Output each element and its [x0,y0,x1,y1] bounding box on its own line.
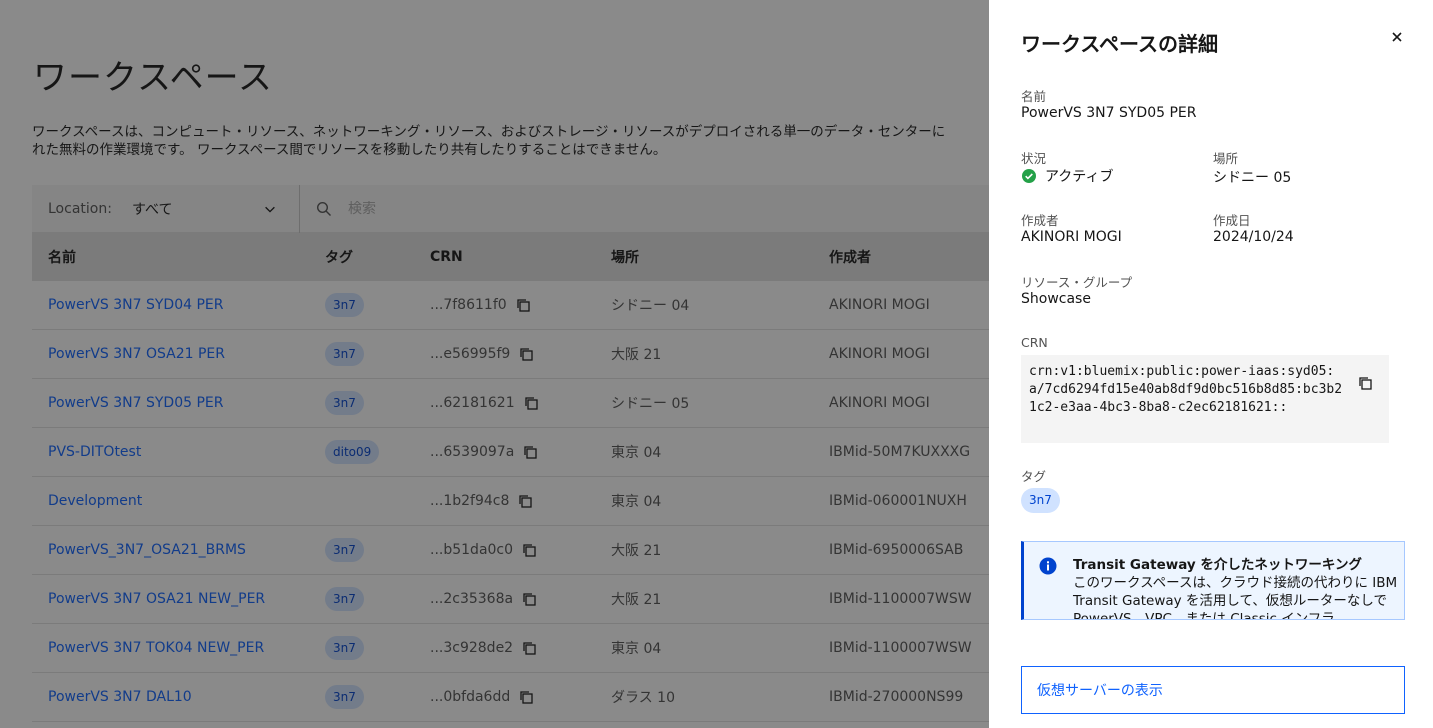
checkmark-filled-icon [1022,169,1036,183]
name-label: 名前 [1021,89,1047,104]
resource-group-label: リソース・グループ [1021,275,1133,290]
copy-icon[interactable] [1357,375,1373,391]
tag-chip: 3n7 [1021,488,1060,513]
notification-body: このワークスペースは、クラウド接続の代わりに IBM Transit Gatew… [1073,575,1398,620]
created-date-label: 作成日 [1213,213,1251,228]
workspace-details-panel: ワークスペースの詳細 名前 PowerVS 3N7 SYD05 PER 状況 ア… [989,0,1433,728]
status-text: アクティブ [1045,169,1114,185]
panel-title: ワークスペースの詳細 [1021,32,1218,56]
tags-label: タグ [1021,469,1047,484]
status-label: 状況 [1021,151,1047,166]
crn-value: crn:v1:bluemix:public:power-iaas:syd05:a… [1029,364,1343,415]
information-filled-icon [1039,557,1057,575]
creator-value: AKINORI MOGI [1021,229,1122,245]
status-value: アクティブ [1021,166,1113,186]
location-label: 場所 [1213,151,1239,166]
close-icon[interactable] [1387,27,1407,47]
transit-gateway-notification: Transit Gateway を介したネットワーキング このワークスペースは、… [1021,541,1405,620]
resource-group-value: Showcase [1021,291,1091,307]
crn-label: CRN [1021,335,1048,350]
creator-label: 作成者 [1021,213,1059,228]
view-virtual-servers-button[interactable]: 仮想サーバーの表示 [1021,666,1405,714]
location-value: シドニー 05 [1213,170,1292,186]
notification-title: Transit Gateway を介したネットワーキング [1073,557,1362,573]
crn-snippet: crn:v1:bluemix:public:power-iaas:syd05:a… [1021,355,1389,443]
notification-content: Transit Gateway を介したネットワーキング このワークスペースは、… [1073,556,1403,620]
name-value: PowerVS 3N7 SYD05 PER [1021,105,1197,121]
created-date-value: 2024/10/24 [1213,229,1294,245]
